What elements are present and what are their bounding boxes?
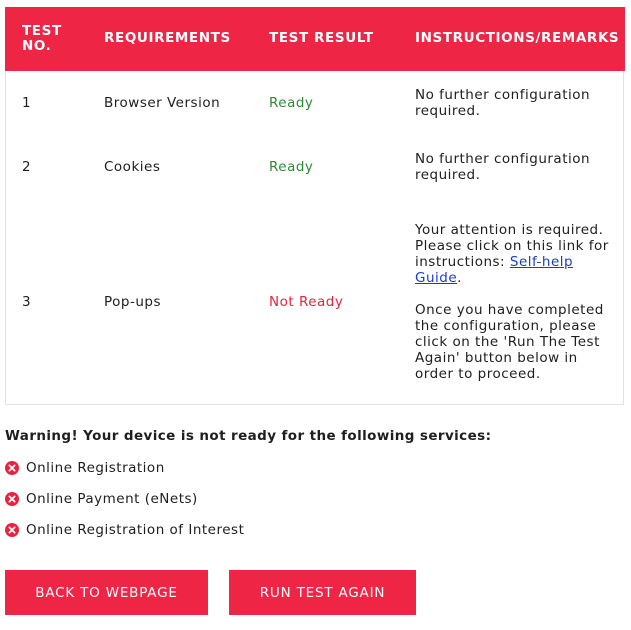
header-test-no: TEST NO. xyxy=(22,23,62,54)
remarks-block: Your attention is required. Please click… xyxy=(415,222,615,382)
remarks: Your attention is required. Please click… xyxy=(415,199,615,405)
remarks: No further configuration required. xyxy=(415,151,591,183)
test-number: 3 xyxy=(22,294,32,310)
requirement-name: Browser Version xyxy=(104,95,221,111)
service-label: Online Registration xyxy=(26,460,165,476)
header-test-result: TEST RESULT xyxy=(269,30,374,46)
table-row: 3 Pop-ups Not Ready Your attention is re… xyxy=(6,199,623,405)
run-test-again-button[interactable]: RUN TEST AGAIN xyxy=(229,570,416,615)
service-label: Online Registration of Interest xyxy=(26,522,245,538)
list-item: Online Registration xyxy=(5,458,244,478)
test-result-status: Ready xyxy=(269,95,314,111)
error-x-icon xyxy=(5,492,19,506)
test-number: 1 xyxy=(22,95,32,111)
unavailable-services-list: Online Registration Online Payment (eNet… xyxy=(5,458,244,551)
list-item: Online Registration of Interest xyxy=(5,520,244,540)
table-row: 1 Browser Version Ready No further confi… xyxy=(6,71,623,135)
requirement-name: Cookies xyxy=(104,159,161,175)
remarks-period: . xyxy=(457,270,462,286)
back-to-webpage-button[interactable]: BACK TO WEBPAGE xyxy=(5,570,208,615)
remarks-attention: Your attention is required. Please click… xyxy=(415,222,615,286)
table-header: TEST NO. REQUIREMENTS TEST RESULT INSTRU… xyxy=(5,7,625,71)
service-label: Online Payment (eNets) xyxy=(26,491,198,507)
requirement-name: Pop-ups xyxy=(104,294,162,310)
list-item: Online Payment (eNets) xyxy=(5,489,244,509)
remarks: No further configuration required. xyxy=(415,87,591,119)
header-instructions: INSTRUCTIONS/REMARKS xyxy=(415,30,620,46)
results-table: TEST NO. REQUIREMENTS TEST RESULT INSTRU… xyxy=(5,7,625,405)
test-number: 2 xyxy=(22,159,32,175)
table-row: 2 Cookies Ready No further configuration… xyxy=(6,135,623,199)
warning-message: Warning! Your device is not ready for th… xyxy=(5,428,492,444)
header-requirements: REQUIREMENTS xyxy=(104,30,231,46)
error-x-icon xyxy=(5,523,19,537)
test-result-status: Ready xyxy=(269,159,314,175)
test-result-status: Not Ready xyxy=(269,294,344,310)
remarks-followup: Once you have completed the configuratio… xyxy=(415,302,604,382)
error-x-icon xyxy=(5,461,19,475)
